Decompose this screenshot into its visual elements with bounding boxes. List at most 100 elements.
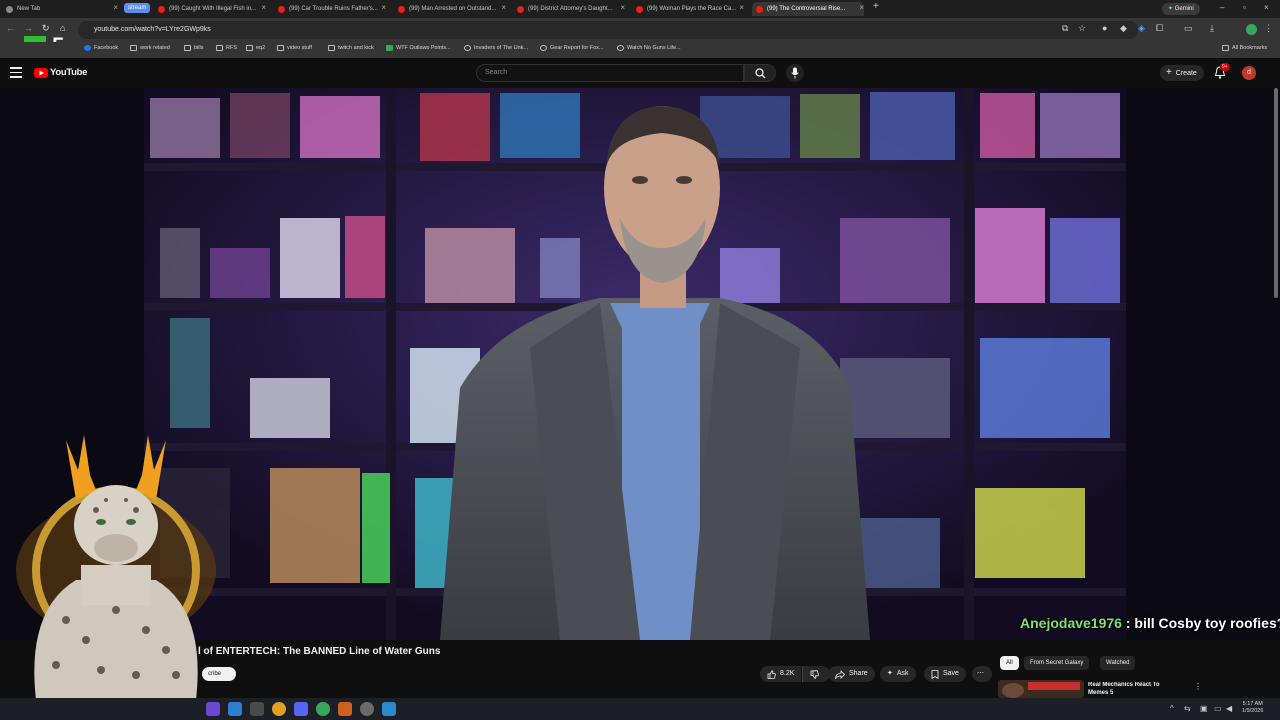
recommended-menu-icon[interactable]: ⋮ — [1194, 682, 1202, 691]
extensions-puzzle-icon[interactable]: ⧠ — [1156, 23, 1163, 34]
discord-icon[interactable] — [294, 702, 308, 716]
app-icon[interactable] — [250, 702, 264, 716]
close-icon[interactable]: × — [859, 3, 864, 12]
voice-search-button[interactable] — [786, 64, 804, 82]
page-scrollbar[interactable] — [1274, 88, 1278, 298]
like-button[interactable]: 8.2K — [760, 666, 802, 682]
bookmark-link[interactable]: WTF Outlaws Points... — [386, 45, 451, 51]
side-panel-icon[interactable]: ▭ — [1184, 23, 1193, 34]
download-icon[interactable]: ⤓ — [1210, 23, 1214, 34]
menu-icon[interactable] — [10, 67, 22, 78]
settings-icon[interactable] — [360, 702, 374, 716]
ask-button[interactable]: ✦ Ask — [880, 666, 916, 682]
close-icon[interactable]: × — [739, 3, 744, 12]
close-icon[interactable]: × — [113, 3, 118, 12]
bookmark-folder[interactable]: video stuff — [277, 45, 312, 51]
tray-volume-icon[interactable]: ◀ — [1226, 704, 1232, 713]
notifications-button[interactable]: 9+ — [1214, 63, 1230, 84]
site-icon — [617, 45, 624, 51]
extension-icon[interactable]: ● — [1102, 23, 1107, 33]
save-button[interactable]: Save — [924, 666, 966, 682]
bookmark-label: eq2 — [256, 45, 266, 51]
tab-video[interactable]: (99) Man Arrested on Outstand... × — [398, 2, 506, 16]
chip-from-secret-galaxy[interactable]: From Secret Galaxy — [1024, 656, 1090, 670]
search-input[interactable]: Search — [476, 64, 744, 82]
maximize-button[interactable]: ▫ — [1243, 3, 1246, 12]
share-button[interactable]: Share — [828, 666, 875, 682]
close-icon[interactable]: × — [501, 3, 506, 12]
all-bookmarks-button[interactable]: All Bookmarks — [1222, 45, 1267, 51]
chip-all[interactable]: All — [1000, 656, 1019, 670]
taskbar-clock[interactable]: 5:17 AM 1/9/2026 — [1242, 701, 1263, 715]
home-icon[interactable]: ⌂ — [60, 23, 65, 33]
thumbs-up-icon — [767, 669, 776, 679]
gemini-button[interactable]: ✦ Gemini — [1162, 3, 1200, 15]
app-icon[interactable] — [316, 702, 330, 716]
url-text: youtube.com/watch?v=LYre2GWp9ks — [94, 26, 211, 33]
browser-menu-icon[interactable]: ⋮ — [1264, 23, 1273, 34]
tray-chevron-icon[interactable]: ^ — [1170, 704, 1174, 713]
profile-avatar[interactable] — [1246, 24, 1257, 35]
bookmark-folder[interactable]: work related — [130, 45, 170, 51]
recommended-title[interactable]: Real Mechanics React To Memes 5 — [1088, 682, 1178, 697]
tab-video[interactable]: (99) Woman Plays the Race Ca... × — [636, 2, 744, 16]
extension-icon[interactable]: ◆ — [1120, 23, 1127, 34]
bookmark-star-icon[interactable]: ☆ — [1078, 23, 1086, 34]
bookmark-label: RFS — [226, 45, 237, 51]
close-icon[interactable]: × — [261, 3, 266, 12]
tab-video[interactable]: (99) Car Trouble Ruins Father's... × — [278, 2, 386, 16]
bookmark-label: work related — [140, 45, 170, 51]
tray-display-icon[interactable]: ▭ — [1214, 704, 1222, 713]
folder-icon — [277, 45, 284, 51]
minimize-button[interactable]: – — [1220, 3, 1224, 12]
reload-icon[interactable]: ↻ — [42, 23, 50, 34]
bookmark-link[interactable]: Invaders of The Unk... — [464, 45, 528, 51]
bookmark-folder[interactable]: eq2 — [246, 45, 265, 51]
stream-chat-message: Anejodave1976 : bill Cosby toy roofies? — [1020, 615, 1280, 631]
tab-new-tab[interactable]: New Tab × — [6, 2, 118, 16]
install-app-icon[interactable]: ⧉ — [1062, 23, 1068, 34]
gemini-label: Gemini — [1174, 6, 1194, 12]
recommended-thumbnail[interactable] — [998, 680, 1084, 698]
tray-network-icon[interactable]: ⇆ — [1184, 704, 1191, 713]
tab-label: (99) District Attorney's Daught... — [528, 6, 613, 12]
app-icon[interactable] — [382, 702, 396, 716]
bookmark-label: Invaders of The Unk... — [474, 45, 529, 51]
chrome-icon[interactable] — [272, 702, 286, 716]
search-button[interactable] — [744, 64, 776, 82]
app-icon[interactable] — [206, 702, 220, 716]
forward-icon[interactable]: → — [24, 23, 33, 33]
bookmark-folder[interactable]: bills — [184, 45, 203, 51]
close-icon[interactable]: × — [620, 3, 625, 12]
chip-watched[interactable]: Watched — [1100, 656, 1136, 670]
bookmark-folder[interactable]: twitch and kick — [328, 45, 374, 51]
youtube-logo[interactable]: YouTube — [34, 67, 87, 78]
close-window-button[interactable]: × — [1264, 3, 1269, 12]
tray-app-icon[interactable]: ▣ — [1200, 704, 1208, 713]
extension-icon[interactable]: ◈ — [1138, 23, 1145, 34]
tab-active-video[interactable]: (99) The Controversial Rise... × — [752, 2, 864, 16]
close-icon[interactable]: × — [381, 3, 386, 12]
ask-label: Ask — [896, 670, 909, 677]
youtube-icon — [756, 5, 763, 13]
dislike-button[interactable] — [802, 666, 830, 682]
create-button[interactable]: + Create — [1160, 65, 1204, 81]
back-icon[interactable]: ← — [6, 23, 15, 33]
address-bar[interactable]: youtube.com/watch?v=LYre2GWp9ks — [78, 21, 1138, 39]
app-icon[interactable] — [338, 702, 352, 716]
more-actions-button[interactable]: ⋯ — [972, 666, 992, 682]
bookmark-label: bills — [194, 45, 204, 51]
bookmark-link[interactable]: Watch No Guns Life... — [617, 45, 681, 51]
account-avatar[interactable]: d — [1242, 66, 1256, 80]
search-icon — [755, 68, 766, 79]
tab-group-stream[interactable]: stream — [124, 3, 151, 13]
globe-icon — [6, 5, 13, 13]
app-icon[interactable] — [228, 702, 242, 716]
new-tab-button[interactable]: + — [873, 1, 879, 12]
bookmark-facebook[interactable]: Facebook — [84, 45, 118, 51]
bookmark-link[interactable]: Gear Report for Fox... — [540, 45, 604, 51]
tab-video[interactable]: (99) District Attorney's Daught... × — [517, 2, 625, 16]
chat-username: Anejodave1976 — [1020, 615, 1122, 631]
bookmark-folder[interactable]: RFS — [216, 45, 237, 51]
tab-video[interactable]: (99) Caught With Illegal Fish in... × — [158, 2, 266, 16]
